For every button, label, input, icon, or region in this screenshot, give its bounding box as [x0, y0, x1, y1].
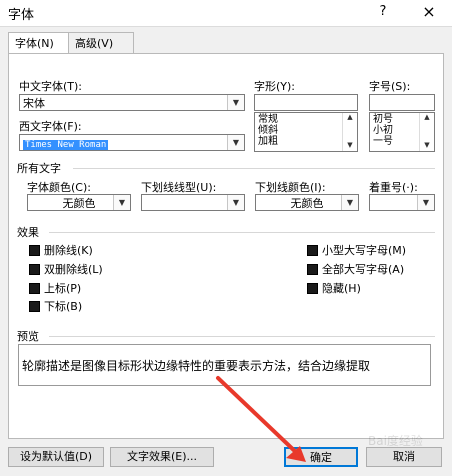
annotation-arrow-icon	[216, 376, 306, 462]
